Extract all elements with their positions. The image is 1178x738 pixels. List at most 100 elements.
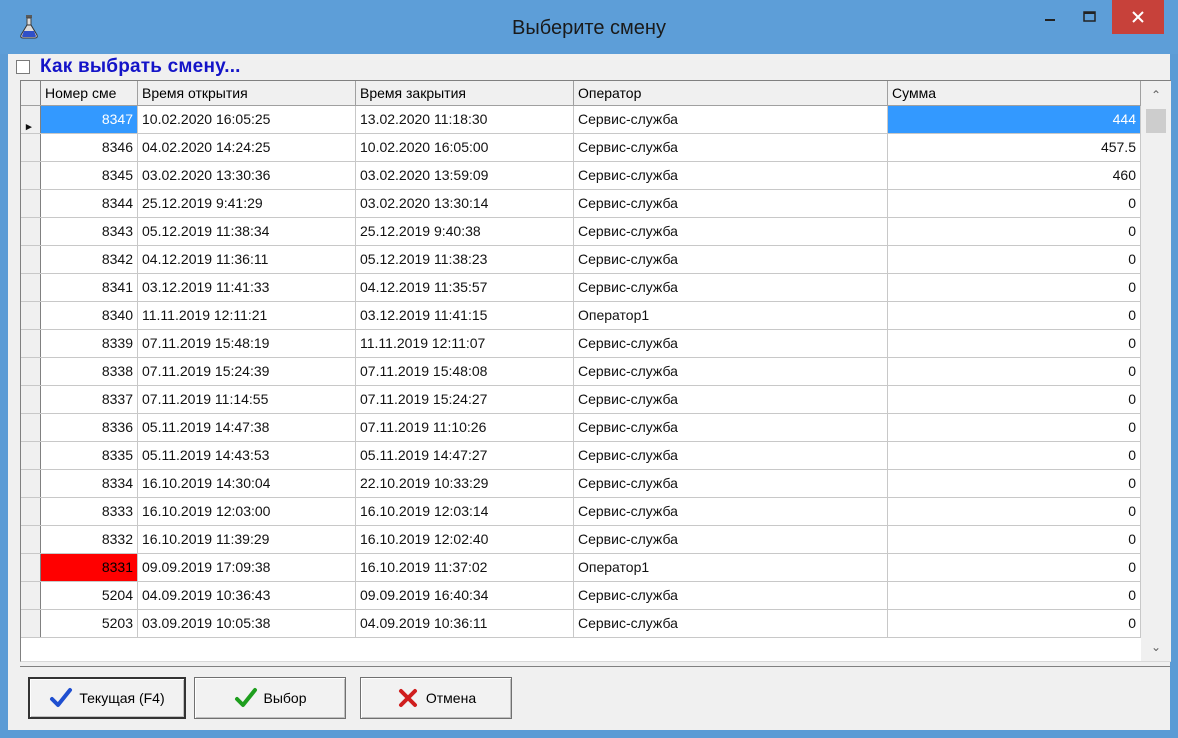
close-button[interactable] xyxy=(1112,0,1164,34)
table-row[interactable]: 8338 07.11.2019 15:24:39 07.11.2019 15:48:… xyxy=(21,358,1141,386)
column-header-sum[interactable]: Сумма xyxy=(888,81,1141,105)
cell-shift-number: 8344 xyxy=(41,190,138,217)
dialog-window: Выберите смену Как выбрать смену... Номе… xyxy=(0,0,1178,738)
table-row[interactable]: 8337 07.11.2019 11:14:55 07.11.2019 15:24:… xyxy=(21,386,1141,414)
howto-label[interactable]: Как выбрать смену... xyxy=(40,56,241,78)
vertical-scrollbar[interactable]: ⌃ ⌄ xyxy=(1141,81,1171,661)
table-row[interactable]: 8342 04.12.2019 11:36:11 05.12.2019 11:38:… xyxy=(21,246,1141,274)
table-row[interactable]: 8333 16.10.2019 12:03:00 16.10.2019 12:03:… xyxy=(21,498,1141,526)
scrollbar-thumb[interactable] xyxy=(1146,109,1166,133)
cross-icon xyxy=(398,689,417,707)
cell-open-time: 07.11.2019 15:24:39 xyxy=(138,358,356,385)
table-row[interactable]: ▸ 8347 10.02.2020 16:05:25 13.02.2020 11:18… xyxy=(21,106,1141,134)
cell-shift-number: 8331 xyxy=(41,554,138,581)
table-row[interactable]: 8341 03.12.2019 11:41:33 04.12.2019 11:35:… xyxy=(21,274,1141,302)
row-indicator[interactable] xyxy=(21,470,41,497)
scroll-down-arrow-icon[interactable]: ⌄ xyxy=(1141,635,1171,659)
row-indicator[interactable] xyxy=(21,610,41,637)
select-button[interactable]: Выбор xyxy=(194,677,346,719)
table-row[interactable]: 8346 04.02.2020 14:24:25 10.02.2020 16:05:… xyxy=(21,134,1141,162)
cell-sum: 0 xyxy=(888,554,1141,581)
row-indicator[interactable]: ▸ xyxy=(21,106,41,133)
table-row[interactable]: 5204 04.09.2019 10:36:43 09.09.2019 16:40:… xyxy=(21,582,1141,610)
cell-operator: Сервис-служба xyxy=(574,526,888,553)
window-title: Выберите смену xyxy=(512,17,666,39)
cell-shift-number: 8332 xyxy=(41,526,138,553)
close-icon xyxy=(1132,11,1144,23)
cell-close-time: 05.12.2019 11:38:23 xyxy=(356,246,574,273)
cell-sum: 457.5 xyxy=(888,134,1141,161)
cell-shift-number: 8336 xyxy=(41,414,138,441)
checkmark-icon xyxy=(234,688,257,707)
button-bar: Текущая (F4) Выбор Отмена xyxy=(20,666,1170,727)
table-row[interactable]: 5203 03.09.2019 10:05:38 04.09.2019 10:36:… xyxy=(21,610,1141,638)
cell-close-time: 04.12.2019 11:35:57 xyxy=(356,274,574,301)
cell-close-time: 05.11.2019 14:47:27 xyxy=(356,442,574,469)
cell-close-time: 03.12.2019 11:41:15 xyxy=(356,302,574,329)
column-header-shift-number[interactable]: Номер сме xyxy=(41,81,138,105)
table-row[interactable]: 8345 03.02.2020 13:30:36 03.02.2020 13:59:… xyxy=(21,162,1141,190)
cell-close-time: 03.02.2020 13:59:09 xyxy=(356,162,574,189)
cell-close-time: 10.02.2020 16:05:00 xyxy=(356,134,574,161)
cell-close-time: 03.02.2020 13:30:14 xyxy=(356,190,574,217)
cell-close-time: 16.10.2019 12:03:14 xyxy=(356,498,574,525)
cell-operator: Сервис-служба xyxy=(574,414,888,441)
column-header-open-time[interactable]: Время открытия xyxy=(138,81,356,105)
cell-open-time: 03.02.2020 13:30:36 xyxy=(138,162,356,189)
column-header-operator[interactable]: Оператор xyxy=(574,81,888,105)
cell-sum: 0 xyxy=(888,526,1141,553)
row-indicator[interactable] xyxy=(21,582,41,609)
row-indicator[interactable] xyxy=(21,274,41,301)
table-row[interactable]: 8335 05.11.2019 14:43:53 05.11.2019 14:47:… xyxy=(21,442,1141,470)
row-indicator[interactable] xyxy=(21,162,41,189)
row-indicator[interactable] xyxy=(21,358,41,385)
current-shift-button[interactable]: Текущая (F4) xyxy=(28,677,186,719)
cell-operator: Сервис-служба xyxy=(574,330,888,357)
table-row[interactable]: 8340 11.11.2019 12:11:21 03.12.2019 11:41:… xyxy=(21,302,1141,330)
row-indicator[interactable] xyxy=(21,498,41,525)
select-button-label: Выбор xyxy=(263,690,307,706)
row-indicator[interactable] xyxy=(21,218,41,245)
cell-open-time: 07.11.2019 15:48:19 xyxy=(138,330,356,357)
checkmark-icon xyxy=(50,688,73,707)
table-row[interactable]: 8331 09.09.2019 17:09:38 16.10.2019 11:37:… xyxy=(21,554,1141,582)
cancel-button[interactable]: Отмена xyxy=(360,677,512,719)
scroll-up-arrow-icon[interactable]: ⌃ xyxy=(1141,83,1171,107)
cell-close-time: 16.10.2019 12:02:40 xyxy=(356,526,574,553)
row-indicator[interactable] xyxy=(21,330,41,357)
cell-shift-number: 8341 xyxy=(41,274,138,301)
cell-sum: 0 xyxy=(888,218,1141,245)
row-indicator[interactable] xyxy=(21,134,41,161)
row-indicator[interactable] xyxy=(21,554,41,581)
row-indicator[interactable] xyxy=(21,442,41,469)
cell-sum: 0 xyxy=(888,274,1141,301)
row-pointer-icon: ▸ xyxy=(26,121,32,133)
row-indicator[interactable] xyxy=(21,414,41,441)
minimize-button[interactable] xyxy=(1032,0,1068,34)
maximize-button[interactable] xyxy=(1068,0,1112,34)
howto-checkbox[interactable] xyxy=(16,60,30,74)
row-indicator[interactable] xyxy=(21,302,41,329)
cell-sum: 0 xyxy=(888,190,1141,217)
column-header-close-time[interactable]: Время закрытия xyxy=(356,81,574,105)
cell-open-time: 04.09.2019 10:36:43 xyxy=(138,582,356,609)
row-indicator[interactable] xyxy=(21,386,41,413)
table-row[interactable]: 8332 16.10.2019 11:39:29 16.10.2019 12:02:… xyxy=(21,526,1141,554)
row-indicator[interactable] xyxy=(21,246,41,273)
cell-close-time: 22.10.2019 10:33:29 xyxy=(356,470,574,497)
table-row[interactable]: 8339 07.11.2019 15:48:19 11.11.2019 12:11:… xyxy=(21,330,1141,358)
title-bar[interactable]: Выберите смену xyxy=(0,0,1178,54)
cell-operator: Сервис-служба xyxy=(574,582,888,609)
cell-close-time: 07.11.2019 15:24:27 xyxy=(356,386,574,413)
table-row[interactable]: 8343 05.12.2019 11:38:34 25.12.2019 9:40:3… xyxy=(21,218,1141,246)
table-row[interactable]: 8334 16.10.2019 14:30:04 22.10.2019 10:33:… xyxy=(21,470,1141,498)
cell-close-time: 07.11.2019 15:48:08 xyxy=(356,358,574,385)
table-row[interactable]: 8336 05.11.2019 14:47:38 07.11.2019 11:10:… xyxy=(21,414,1141,442)
table-row[interactable]: 8344 25.12.2019 9:41:29 03.02.2020 13:30:1… xyxy=(21,190,1141,218)
cell-operator: Сервис-служба xyxy=(574,190,888,217)
row-indicator[interactable] xyxy=(21,526,41,553)
row-indicator[interactable] xyxy=(21,190,41,217)
cell-operator: Сервис-служба xyxy=(574,470,888,497)
howto-toggle[interactable]: Как выбрать смену... xyxy=(16,56,241,78)
cell-open-time: 04.02.2020 14:24:25 xyxy=(138,134,356,161)
